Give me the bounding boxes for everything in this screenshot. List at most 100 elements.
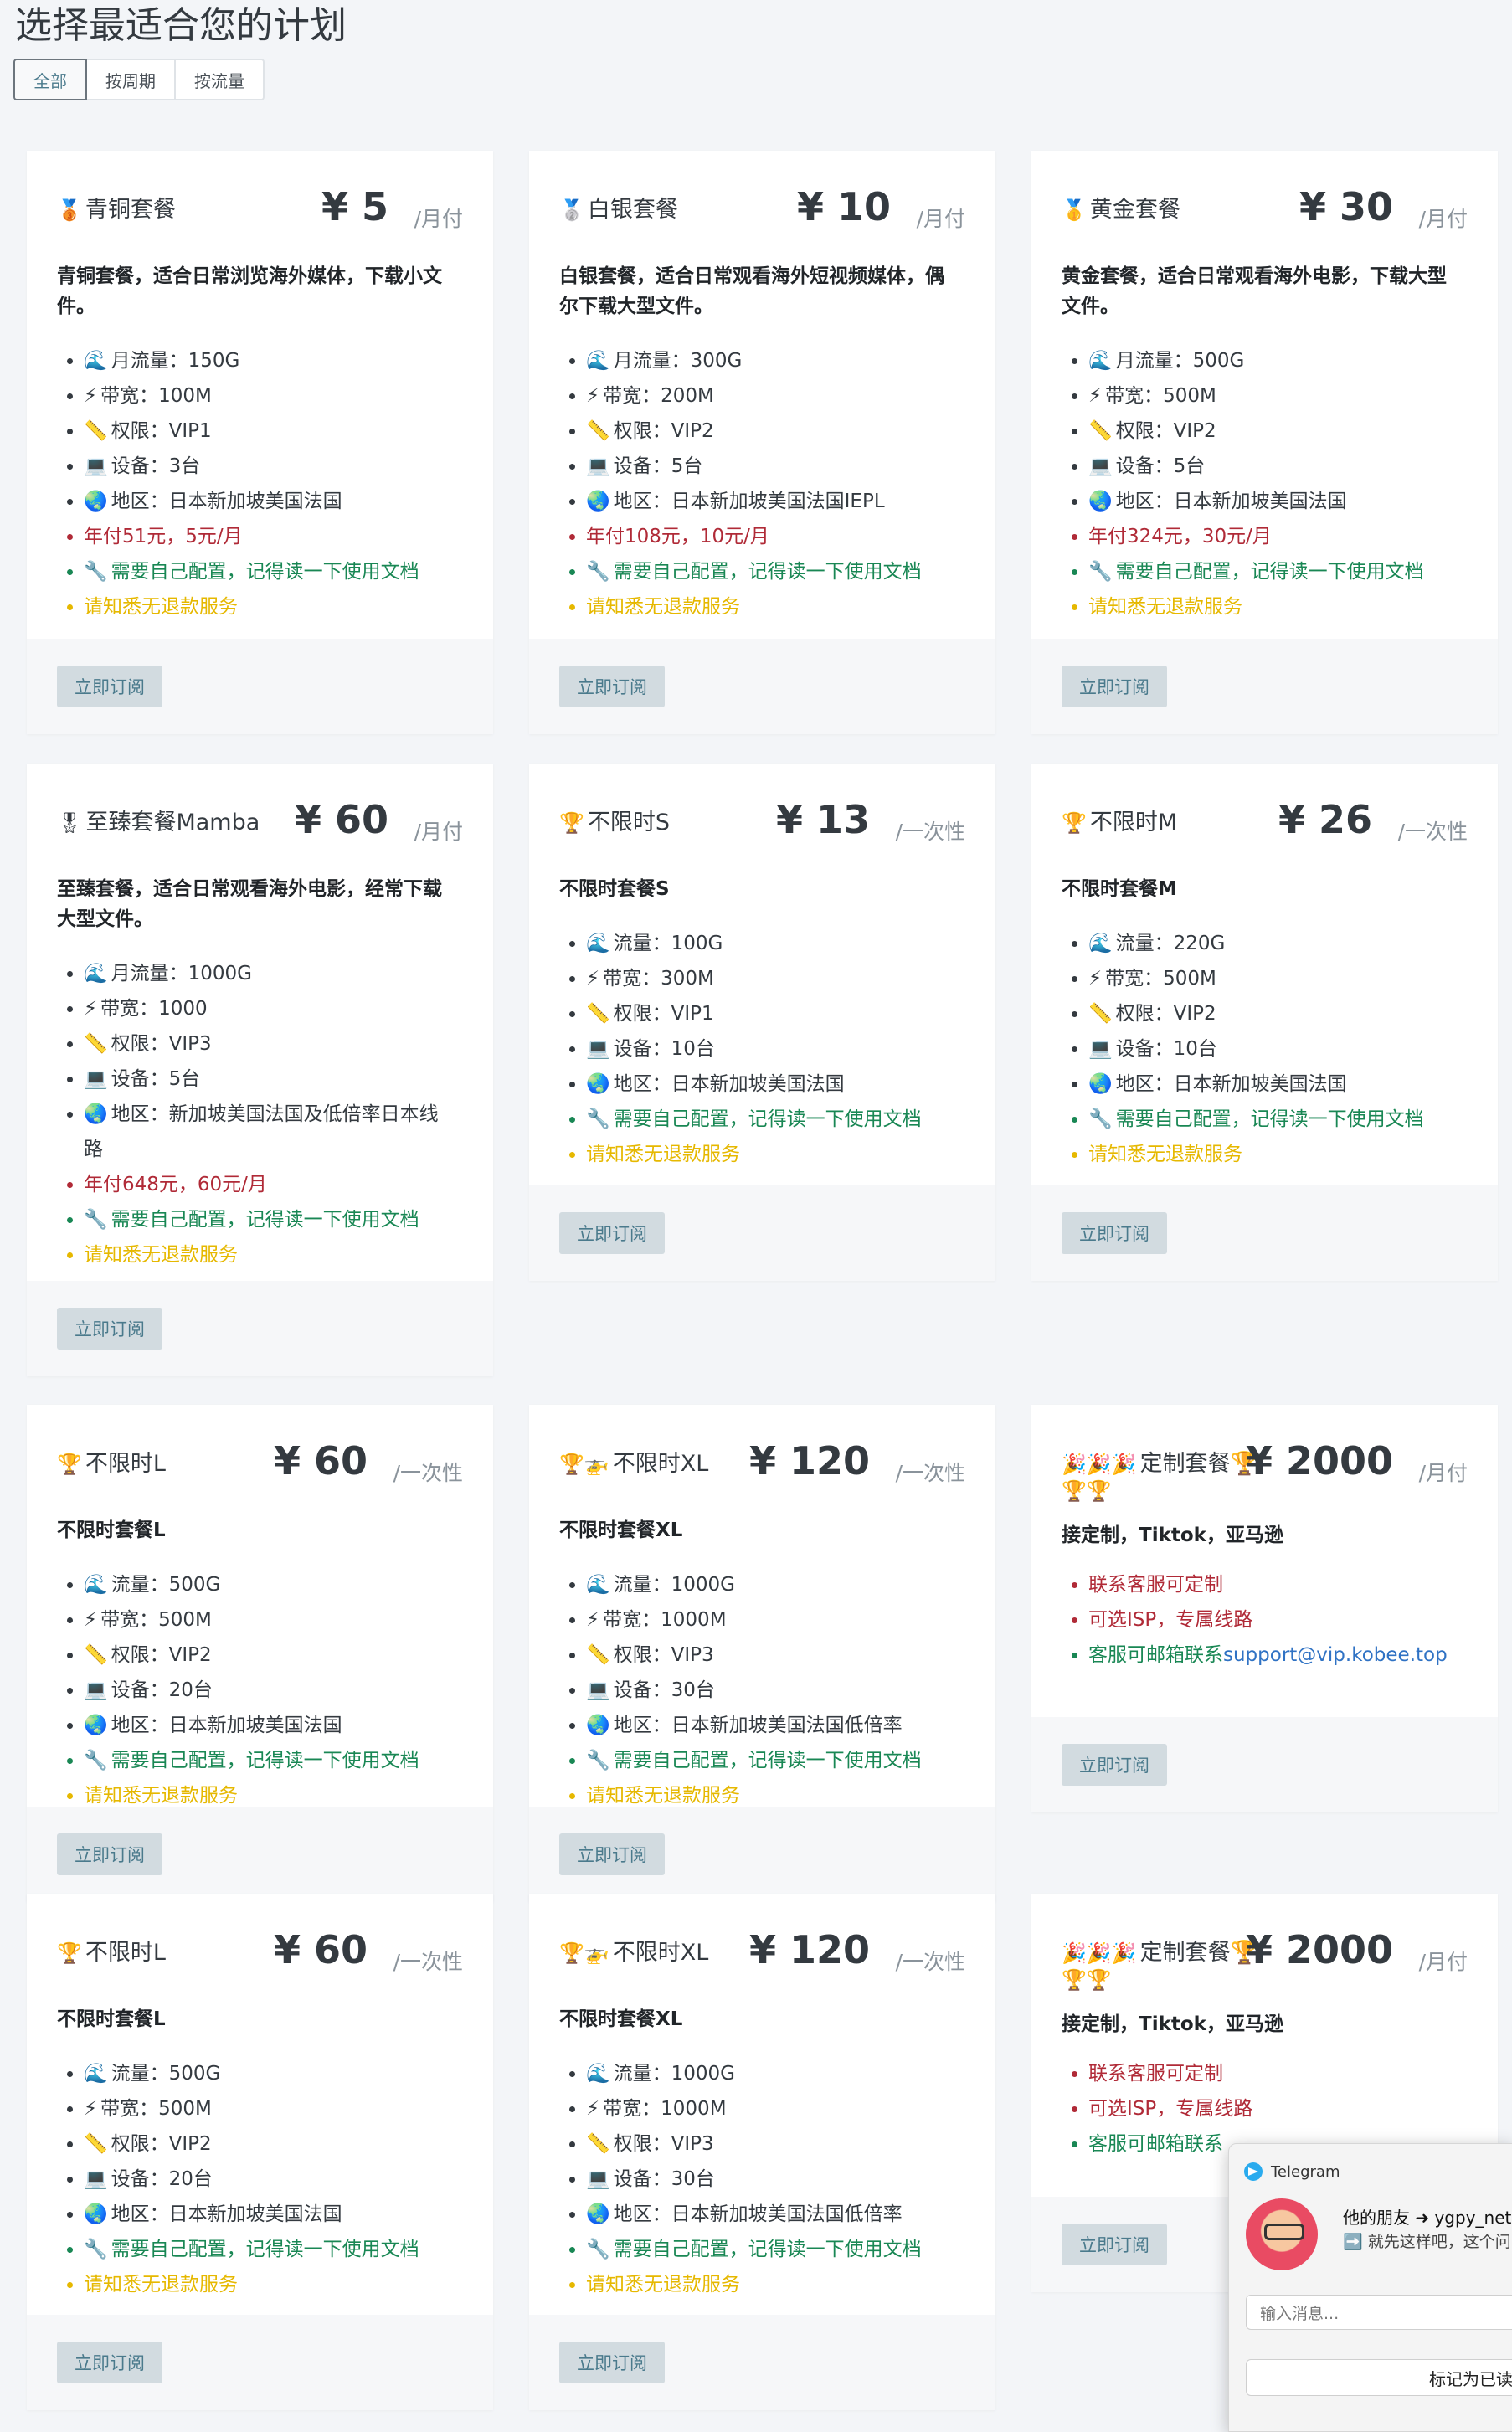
feature-icon: 💻 [586, 455, 610, 477]
feature-text: 地区：日本新加坡美国法国 [111, 491, 342, 512]
plan-name-text: 黄金套餐 [1089, 197, 1180, 223]
filter-by-traffic-button[interactable]: 按流量 [174, 59, 265, 100]
telegram-notification: Telegram 他的朋友 ➜ ygpy_net ➡️ 就先这样吧，这个问 输入… [1228, 2143, 1512, 2432]
feature-text: 流量：500G [111, 2063, 221, 2085]
subscribe-button[interactable]: 立即订阅 [57, 666, 162, 707]
feature-icon: 🔧 [84, 2239, 108, 2260]
feature-text: 设备：20台 [111, 2168, 213, 2190]
list-item: 📏权限：VIP3 [586, 2126, 965, 2162]
feature-text: 请知悉无退款服务 [84, 1785, 238, 1807]
plan-description: 不限时套餐S [559, 878, 670, 900]
medal-icon: 🥉 [57, 198, 82, 222]
subscribe-button[interactable]: 立即订阅 [559, 2342, 665, 2383]
list-item: 客服可邮箱联系support@vip.kobee.top [1088, 1638, 1468, 1673]
plan-name-text: 定制套餐🏆 [1139, 1940, 1259, 1966]
feature-text: 请知悉无退款服务 [84, 2274, 238, 2296]
plan-price: ¥ 10 [796, 184, 891, 229]
subscribe-button[interactable]: 立即订阅 [559, 1212, 665, 1254]
plan-card-header: 🥉 青铜套餐 ¥ 5/月付 [57, 184, 463, 246]
telegram-sender: 他的朋友 ➜ ygpy_net [1343, 2208, 1512, 2228]
feature-text: 设备：30台 [613, 2168, 715, 2190]
plan-card-footer: 立即订阅 [1031, 1185, 1498, 1281]
subscribe-button[interactable]: 立即订阅 [1062, 1212, 1167, 1254]
plan-price: ¥ 5 [321, 184, 388, 229]
support-email-link[interactable]: support@vip.kobee.top [1223, 1644, 1448, 1666]
plan-card-footer: 立即订阅 [27, 1807, 493, 1902]
feature-text: 年付108元，10元/月 [586, 526, 769, 548]
list-item: 🌏地区：日本新加坡美国法国 [84, 2197, 463, 2232]
list-item: 📏权限：VIP1 [84, 414, 463, 449]
feature-icon: ⚡ [586, 385, 600, 407]
feature-icon: 🔧 [586, 1108, 610, 1130]
subscribe-button[interactable]: 立即订阅 [57, 1308, 162, 1350]
feature-text: 流量：1000G [613, 1574, 735, 1596]
subscribe-button[interactable]: 立即订阅 [559, 1833, 665, 1875]
medal-icon: 🥈 [559, 198, 584, 222]
plan-card: 🏆不限时M¥ 26/一次性不限时套餐M🌊流量：220G⚡带宽：500M📏权限：V… [1031, 764, 1498, 1281]
subscribe-button[interactable]: 立即订阅 [559, 666, 665, 707]
filter-all-button[interactable]: 全部 [13, 59, 87, 100]
plan-card: 🏆不限时L¥ 60/一次性不限时套餐L🌊流量：500G⚡带宽：500M📏权限：V… [27, 1894, 493, 2410]
subscribe-button[interactable]: 立即订阅 [57, 2342, 162, 2383]
feature-icon: 💻 [586, 1038, 610, 1060]
feature-icon: 📏 [1088, 1003, 1113, 1025]
list-item: 🌊流量：500G [84, 1567, 463, 1602]
feature-text: 年付648元，60元/月 [84, 1174, 267, 1195]
feature-icon: 💻 [1088, 1038, 1113, 1060]
avatar[interactable] [1246, 2198, 1318, 2270]
plan-name-text: 青铜套餐 [85, 197, 176, 223]
list-item: 🌊月流量：500G [1088, 343, 1468, 378]
filter-by-period-button[interactable]: 按周期 [85, 59, 176, 100]
plan-feature-list: 🌊流量：100G⚡带宽：300M📏权限：VIP1💻设备：10台🌏地区：日本新加坡… [559, 926, 965, 1172]
feature-text: 月流量：300G [613, 350, 743, 372]
list-item: 🌏地区：日本新加坡美国法国低倍率 [586, 2197, 965, 2232]
telegram-app-name: Telegram [1271, 2162, 1340, 2181]
feature-text: 权限：VIP3 [613, 2133, 714, 2155]
plan-period: /月付 [1418, 207, 1468, 231]
plan-card-header: 🎖 至臻套餐Mamba ¥ 60/月付 [57, 797, 463, 859]
plan-name: 🏆🚁 不限时XL [559, 1445, 708, 1478]
list-item: 请知悉无退款服务 [1088, 1137, 1468, 1172]
list-item: 📏权限：VIP2 [1088, 414, 1468, 449]
list-item: 🌊月流量：150G [84, 343, 463, 378]
feature-icon: 🌏 [84, 1715, 108, 1736]
plan-period: /一次性 [393, 1461, 463, 1485]
plan-period: /一次性 [1397, 820, 1468, 844]
plan-description: 青铜套餐，适合日常浏览海外媒体，下载小文 件。 [57, 265, 442, 317]
plan-name: 🎉🎉🎉 定制套餐🏆 🏆🏆 [1062, 1934, 1258, 1992]
plan-price: ¥ 60 [294, 797, 388, 842]
feature-icon: 🌊 [1088, 933, 1113, 954]
plan-card-footer: 立即订阅 [1031, 639, 1498, 734]
plan-description: 不限时套餐XL [559, 2008, 683, 2030]
feature-text: 地区：新加坡美国法国及低倍率日本线 [111, 1103, 439, 1125]
list-item: 年付648元，60元/月 [84, 1167, 463, 1202]
plan-card-header: 🏆 不限时M ¥ 26/一次性 [1062, 797, 1468, 859]
subscribe-button[interactable]: 立即订阅 [1062, 1744, 1167, 1786]
subscribe-button[interactable]: 立即订阅 [1062, 666, 1167, 707]
plan-card-header: 🏆 不限时L ¥ 60/一次性 [57, 1927, 463, 1989]
feature-text: 月流量：1000G [111, 963, 252, 985]
telegram-mark-read-button[interactable]: 标记为已读 [1246, 2359, 1512, 2396]
list-item: 🔧需要自己配置，记得读一下使用文档 [586, 2232, 965, 2267]
feature-text: 设备：10台 [613, 1038, 715, 1060]
list-item: 💻设备：30台 [586, 1673, 965, 1708]
feature-icon: 🔧 [84, 1209, 108, 1231]
feature-text: 请知悉无退款服务 [84, 596, 238, 618]
plan-card-footer: 立即订阅 [529, 1807, 995, 1902]
plan-description: 黄金套餐，适合日常观看海外电影，下载大型 文件。 [1062, 265, 1447, 317]
telegram-reply-input[interactable]: 输入消息... [1246, 2295, 1512, 2330]
subscribe-button[interactable]: 立即订阅 [1062, 2224, 1167, 2265]
medal-icon: 🏆 [559, 811, 584, 835]
plan-price: ¥ 120 [748, 1438, 870, 1483]
plan-card-header: 🏆 不限时L ¥ 60/一次性 [57, 1438, 463, 1500]
feature-icon: 🌏 [1088, 491, 1113, 512]
list-item: 🌊月流量：300G [586, 343, 965, 378]
subscribe-button[interactable]: 立即订阅 [57, 1833, 162, 1875]
feature-icon: 🌏 [1088, 1073, 1113, 1095]
feature-text: 联系客服可定制 [1088, 1574, 1223, 1596]
feature-text: 需要自己配置，记得读一下使用文档 [613, 1108, 922, 1130]
feature-text: 路 [84, 1139, 103, 1160]
feature-text: 可选ISP，专属线路 [1088, 1609, 1253, 1631]
feature-icon: 🌏 [586, 2203, 610, 2225]
feature-text: 地区：日本新加坡美国法国低倍率 [613, 1715, 903, 1736]
